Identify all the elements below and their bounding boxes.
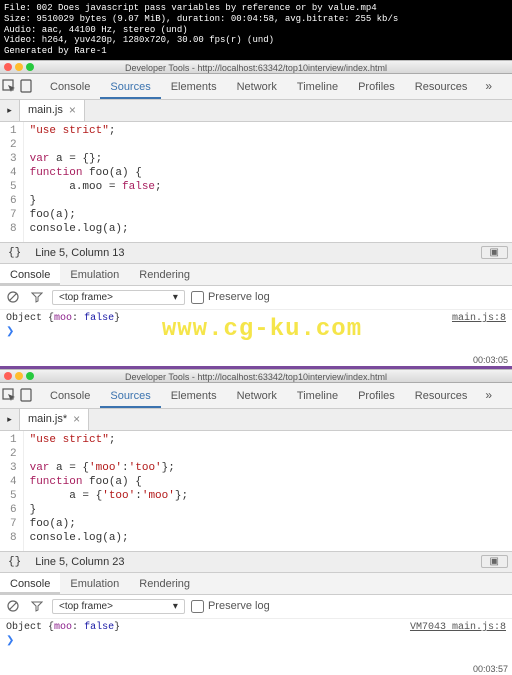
- dropdown-icon: ▾: [173, 292, 178, 303]
- pretty-print-icon[interactable]: {}: [0, 247, 29, 259]
- window-title: Developer Tools - http://localhost:63342…: [125, 63, 387, 73]
- tab-console[interactable]: Console: [40, 383, 100, 408]
- console-controls: <top frame> ▾ Preserve log: [0, 286, 512, 310]
- toggle-sidebar-icon[interactable]: ▣: [481, 555, 508, 568]
- tab-resources[interactable]: Resources: [405, 383, 478, 408]
- tab-timeline[interactable]: Timeline: [287, 383, 348, 408]
- tab-elements[interactable]: Elements: [161, 74, 227, 99]
- code-editor[interactable]: 1 2 3 4 5 6 7 8 "use strict"; var a = {}…: [0, 122, 512, 242]
- inspect-element-icon[interactable]: [2, 75, 16, 97]
- drawer-tab-emulation[interactable]: Emulation: [60, 264, 129, 285]
- source-link[interactable]: main.js:8: [452, 313, 506, 324]
- settings-menu-icon[interactable]: ⋮: [500, 78, 512, 95]
- window-title: Developer Tools - http://localhost:63342…: [125, 372, 387, 382]
- close-tab-icon[interactable]: ×: [69, 103, 76, 117]
- inspect-element-icon[interactable]: [2, 384, 16, 406]
- file-tab-label: main.js: [28, 104, 63, 116]
- frame-label: <top frame>: [59, 292, 113, 303]
- line-gutter: 1 2 3 4 5 6 7 8: [0, 122, 24, 242]
- code-content[interactable]: "use strict"; var a = {'moo':'too'}; fun…: [24, 431, 194, 551]
- timestamp: 00:03:57: [473, 664, 508, 674]
- overflow-tabs-icon[interactable]: »: [477, 388, 500, 402]
- cursor-position: Line 5, Column 13: [29, 247, 130, 259]
- settings-menu-icon[interactable]: ⋮: [500, 387, 512, 404]
- preserve-log-label: Preserve log: [208, 291, 270, 303]
- source-link[interactable]: VM7043 main.js:8: [410, 622, 506, 633]
- file-tab-label: main.js*: [28, 413, 67, 425]
- zoom-window-icon[interactable]: [26, 63, 34, 71]
- close-window-icon[interactable]: [4, 372, 12, 380]
- zoom-window-icon[interactable]: [26, 372, 34, 380]
- drawer-tabs: Console Emulation Rendering: [0, 573, 512, 595]
- drawer-tab-emulation[interactable]: Emulation: [60, 573, 129, 594]
- terminal-output: File: 002 Does javascript pass variables…: [0, 0, 512, 60]
- tab-elements[interactable]: Elements: [161, 383, 227, 408]
- console-log-line[interactable]: Object {moo: false} VM7043 main.js:8: [6, 622, 506, 633]
- window-titlebar: Developer Tools - http://localhost:63342…: [0, 60, 512, 74]
- file-tab-main-js[interactable]: main.js ×: [20, 100, 85, 121]
- close-window-icon[interactable]: [4, 63, 12, 71]
- file-tab-main-js[interactable]: main.js* ×: [20, 409, 89, 430]
- timestamp: 00:03:05: [473, 355, 508, 365]
- file-tabs: ▸ main.js ×: [0, 100, 512, 122]
- filter-icon[interactable]: [28, 597, 46, 615]
- tab-network[interactable]: Network: [227, 74, 287, 99]
- minimize-window-icon[interactable]: [15, 63, 23, 71]
- console-prompt[interactable]: ❯: [6, 326, 506, 338]
- preserve-log-checkbox[interactable]: Preserve log: [191, 291, 270, 304]
- tab-sources[interactable]: Sources: [100, 383, 160, 408]
- editor-statusbar: {} Line 5, Column 23 ▣: [0, 551, 512, 573]
- overflow-tabs-icon[interactable]: »: [477, 79, 500, 93]
- frame-selector[interactable]: <top frame> ▾: [52, 290, 185, 305]
- devtools-toolbar: Console Sources Elements Network Timelin…: [0, 383, 512, 409]
- code-content[interactable]: "use strict"; var a = {}; function foo(a…: [24, 122, 168, 242]
- traffic-lights: [4, 372, 34, 380]
- preserve-log-input[interactable]: [191, 291, 204, 304]
- filter-icon[interactable]: [28, 288, 46, 306]
- tab-network[interactable]: Network: [227, 383, 287, 408]
- dropdown-icon: ▾: [173, 601, 178, 612]
- code-editor[interactable]: 1 2 3 4 5 6 7 8 "use strict"; var a = {'…: [0, 431, 512, 551]
- tab-resources[interactable]: Resources: [405, 74, 478, 99]
- drawer-tab-console[interactable]: Console: [0, 573, 60, 594]
- line-gutter: 1 2 3 4 5 6 7 8: [0, 431, 24, 551]
- tab-sources[interactable]: Sources: [100, 74, 160, 99]
- editor-statusbar: {} Line 5, Column 13 ▣: [0, 242, 512, 264]
- drawer-tab-rendering[interactable]: Rendering: [129, 264, 200, 285]
- device-mode-icon[interactable]: [20, 384, 32, 406]
- device-mode-icon[interactable]: [20, 75, 32, 97]
- timeline-strip: 00:03:05: [0, 350, 512, 366]
- pretty-print-icon[interactable]: {}: [0, 556, 29, 568]
- traffic-lights: [4, 63, 34, 71]
- frame-label: <top frame>: [59, 601, 113, 612]
- drawer-tab-rendering[interactable]: Rendering: [129, 573, 200, 594]
- console-body[interactable]: Object {moo: false} VM7043 main.js:8 ❯: [0, 619, 512, 659]
- devtools-toolbar: Console Sources Elements Network Timelin…: [0, 74, 512, 100]
- close-tab-icon[interactable]: ×: [73, 412, 80, 426]
- console-log-line[interactable]: Object {moo: false} main.js:8: [6, 313, 506, 324]
- tab-console[interactable]: Console: [40, 74, 100, 99]
- preserve-log-label: Preserve log: [208, 600, 270, 612]
- timeline-strip: 00:03:57: [0, 659, 512, 675]
- clear-console-icon[interactable]: [4, 597, 22, 615]
- window-titlebar: Developer Tools - http://localhost:63342…: [0, 369, 512, 383]
- tab-timeline[interactable]: Timeline: [287, 74, 348, 99]
- console-prompt[interactable]: ❯: [6, 635, 506, 647]
- console-body[interactable]: www.cg-ku.com Object {moo: false} main.j…: [0, 310, 512, 350]
- drawer-tab-console[interactable]: Console: [0, 264, 60, 285]
- console-controls: <top frame> ▾ Preserve log: [0, 595, 512, 619]
- navigator-toggle-icon[interactable]: ▸: [0, 409, 20, 430]
- file-tabs: ▸ main.js* ×: [0, 409, 512, 431]
- preserve-log-input[interactable]: [191, 600, 204, 613]
- drawer-tabs: Console Emulation Rendering: [0, 264, 512, 286]
- clear-console-icon[interactable]: [4, 288, 22, 306]
- tab-profiles[interactable]: Profiles: [348, 74, 405, 99]
- cursor-position: Line 5, Column 23: [29, 556, 130, 568]
- frame-selector[interactable]: <top frame> ▾: [52, 599, 185, 614]
- preserve-log-checkbox[interactable]: Preserve log: [191, 600, 270, 613]
- tab-profiles[interactable]: Profiles: [348, 383, 405, 408]
- toggle-sidebar-icon[interactable]: ▣: [481, 246, 508, 259]
- navigator-toggle-icon[interactable]: ▸: [0, 100, 20, 121]
- minimize-window-icon[interactable]: [15, 372, 23, 380]
